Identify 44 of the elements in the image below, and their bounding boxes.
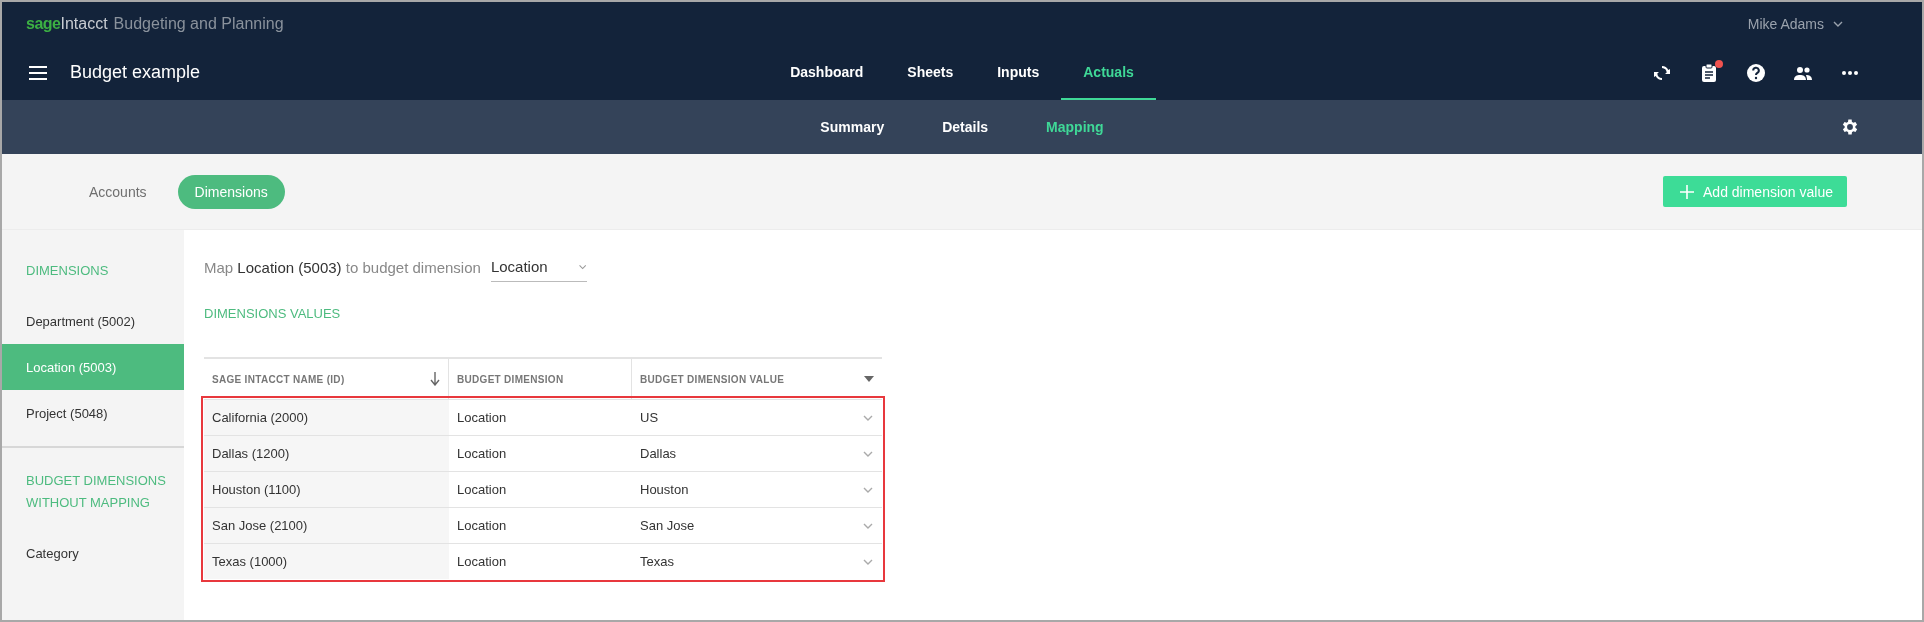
table-cell: California (2000) (204, 400, 449, 435)
sub-nav-tab[interactable]: Summary (791, 100, 914, 154)
notification-dot (1715, 59, 1723, 68)
sidebar-item[interactable]: Project (5048) (2, 390, 184, 436)
column-header[interactable]: BUDGET DIMENSION (449, 359, 632, 399)
user-menu[interactable]: Mike Adams (1741, 14, 1850, 33)
nav-tab[interactable]: Sheets (885, 45, 976, 100)
value-dropdown[interactable]: San Jose (632, 508, 882, 543)
app-logo: sageIntacct Budgeting and Planning (26, 14, 284, 33)
table-cell-text: Location (456, 481, 508, 499)
sort-arrow-icon[interactable] (430, 372, 440, 386)
column-header[interactable]: SAGE INTACCT NAME (ID) (204, 359, 449, 399)
help-icon[interactable] (1746, 62, 1766, 83)
dimension-dropdown[interactable]: Location (490, 252, 587, 282)
nav-tab[interactable]: Dashboard (768, 45, 886, 100)
filter-caret-icon[interactable] (864, 375, 874, 383)
mapping-label: Map Location (5003) to budget dimension (204, 258, 481, 276)
sidebar-item[interactable]: Category (2, 530, 184, 576)
section-heading: DIMENSIONS VALUES (204, 306, 342, 321)
value-dropdown[interactable]: Texas (632, 544, 882, 579)
table-cell: Texas (1000) (204, 544, 449, 579)
plus-icon (1680, 184, 1694, 199)
table-cell: Dallas (1200) (204, 436, 449, 471)
nav-tab[interactable]: Inputs (975, 45, 1062, 100)
value-dropdown[interactable]: US (632, 400, 882, 435)
sub-nav-tab[interactable]: Details (913, 100, 1018, 154)
table-cell-text: Location (456, 409, 508, 427)
table-cell-text: Location (456, 553, 508, 571)
value-dropdown[interactable]: Houston (632, 472, 882, 507)
section-heading: DIMENSIONS (25, 262, 110, 280)
sidebar-item[interactable]: Department (5002) (2, 298, 184, 344)
table-cell: San Jose (2100) (204, 508, 449, 543)
page-title: Budget example (70, 62, 201, 83)
settings-icon[interactable] (1840, 117, 1860, 137)
table-cell-text: Location (456, 517, 508, 535)
menu-icon[interactable] (28, 65, 48, 80)
table-cell-text: Location (456, 445, 508, 463)
segment-tab[interactable]: Accounts (72, 174, 164, 209)
clipboard-icon[interactable] (1699, 62, 1719, 83)
value-dropdown[interactable]: Dallas (632, 436, 882, 471)
column-header[interactable]: BUDGET DIMENSION VALUE (632, 359, 882, 399)
section-heading: BUDGET DIMENSIONS WITHOUT MAPPING (25, 472, 167, 512)
sub-nav-tab[interactable]: Mapping (1017, 100, 1133, 154)
table-cell: Houston (1100) (204, 472, 449, 507)
